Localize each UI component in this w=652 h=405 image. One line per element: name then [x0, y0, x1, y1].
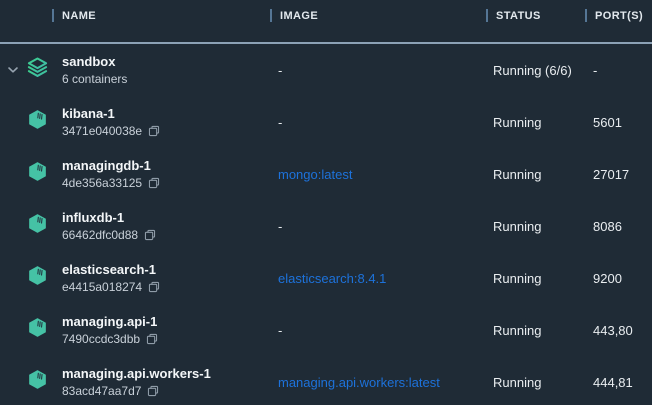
status-cell: Running — [486, 375, 585, 390]
table-header: NAME IMAGE STATUS PORT(S) — [0, 0, 652, 44]
stack-icon — [26, 56, 49, 84]
ports-cell: - — [585, 63, 652, 78]
container-id: 83acd47aa7d7 — [62, 384, 141, 398]
ports-cell: 444,81 — [585, 375, 652, 390]
status-cell: Running — [486, 271, 585, 286]
table-row[interactable]: sandbox 6 containers - Running (6/6) - — [0, 44, 652, 96]
copy-icon[interactable] — [144, 229, 156, 241]
container-name: kibana-1 — [62, 106, 270, 122]
column-separator — [585, 9, 587, 22]
image-cell: - — [270, 115, 486, 130]
table-row[interactable]: kibana-1 3471e040038e - Running 5601 — [0, 96, 652, 148]
container-name: elasticsearch-1 — [62, 262, 270, 278]
chevron-down-icon[interactable] — [7, 66, 19, 74]
table-row[interactable]: managingdb-1 4de356a33125 mongo:latest R… — [0, 148, 652, 200]
image-link[interactable]: managing.api.workers:latest — [270, 375, 486, 390]
copy-icon[interactable] — [148, 281, 160, 293]
image-cell: - — [270, 323, 486, 338]
container-name: managingdb-1 — [62, 158, 270, 174]
container-id: 3471e040038e — [62, 124, 142, 138]
status-cell: Running (6/6) — [486, 63, 585, 78]
container-id: 4de356a33125 — [62, 176, 142, 190]
column-separator — [52, 9, 54, 22]
container-id: 66462dfc0d88 — [62, 228, 138, 242]
container-id: 7490ccdc3dbb — [62, 332, 140, 346]
column-header-name[interactable]: NAME — [52, 9, 270, 22]
ports-cell: 9200 — [585, 271, 652, 286]
copy-icon[interactable] — [148, 177, 160, 189]
image-cell: - — [270, 219, 486, 234]
container-count: 6 containers — [62, 72, 127, 86]
ports-cell: 5601 — [585, 115, 652, 130]
copy-icon[interactable] — [146, 333, 158, 345]
container-name: influxdb-1 — [62, 210, 270, 226]
containers-table: NAME IMAGE STATUS PORT(S) sandbox 6 cont… — [0, 0, 652, 405]
table-row[interactable]: elasticsearch-1 e4415a018274 elasticsear… — [0, 252, 652, 304]
table-row[interactable]: managing.api.workers-1 83acd47aa7d7 mana… — [0, 356, 652, 405]
container-id: e4415a018274 — [62, 280, 142, 294]
container-icon — [26, 108, 49, 136]
container-icon — [26, 368, 49, 396]
column-separator — [486, 9, 488, 22]
container-name: managing.api-1 — [62, 314, 270, 330]
table-row[interactable]: influxdb-1 66462dfc0d88 - Running 8086 — [0, 200, 652, 252]
image-link[interactable]: mongo:latest — [270, 167, 486, 182]
status-cell: Running — [486, 167, 585, 182]
copy-icon[interactable] — [147, 385, 159, 397]
container-icon — [26, 264, 49, 292]
column-separator — [270, 9, 272, 22]
copy-icon[interactable] — [148, 125, 160, 137]
table-row[interactable]: managing.api-1 7490ccdc3dbb - Running 44… — [0, 304, 652, 356]
column-header-ports[interactable]: PORT(S) — [585, 9, 652, 22]
container-icon — [26, 160, 49, 188]
ports-cell: 8086 — [585, 219, 652, 234]
column-header-status[interactable]: STATUS — [486, 9, 585, 22]
image-cell: - — [270, 63, 486, 78]
ports-cell: 27017 — [585, 167, 652, 182]
container-name: sandbox — [62, 54, 270, 70]
status-cell: Running — [486, 115, 585, 130]
container-icon — [26, 316, 49, 344]
container-icon — [26, 212, 49, 240]
status-cell: Running — [486, 323, 585, 338]
image-link[interactable]: elasticsearch:8.4.1 — [270, 271, 486, 286]
status-cell: Running — [486, 219, 585, 234]
container-name: managing.api.workers-1 — [62, 366, 270, 382]
column-header-image[interactable]: IMAGE — [270, 9, 486, 22]
ports-cell: 443,80 — [585, 323, 652, 338]
